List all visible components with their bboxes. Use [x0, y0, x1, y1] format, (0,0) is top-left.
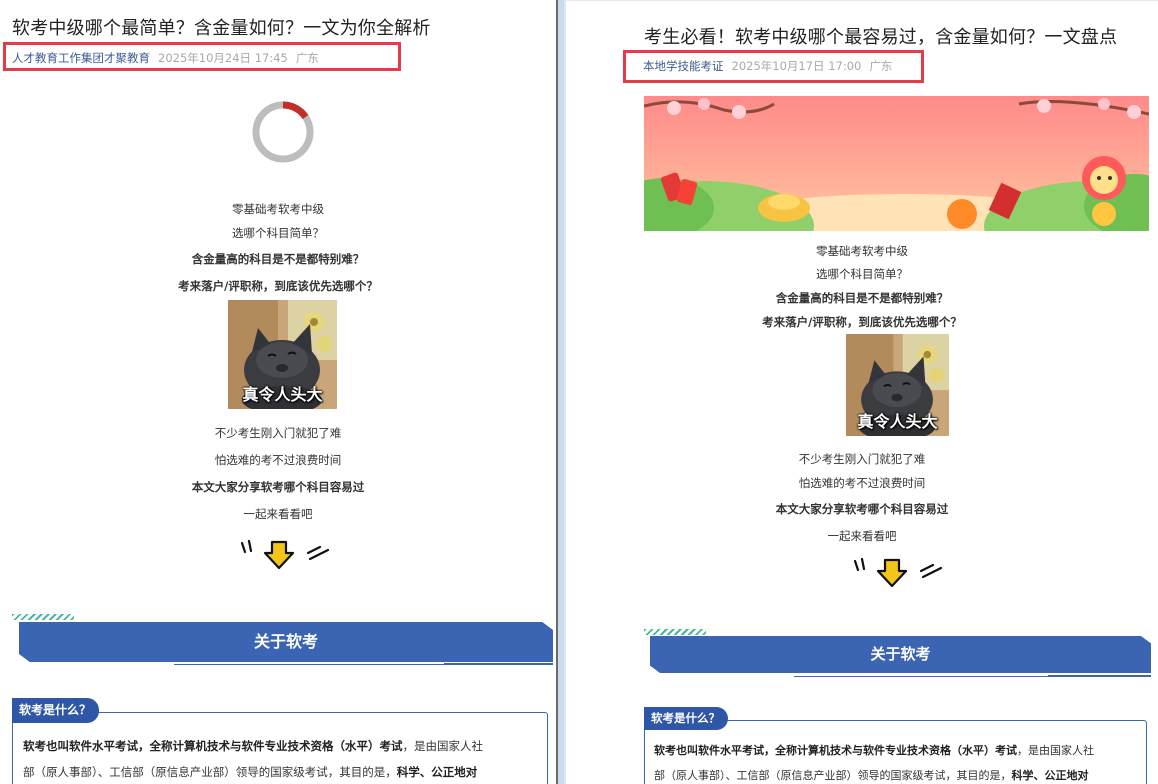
decorative-stripe — [12, 614, 74, 620]
article-title: 考生必看！软考中级哪个最容易过，含金量如何？一文盘点 — [644, 27, 1118, 48]
para-bold: 科学、公正地对 — [1011, 769, 1089, 782]
outro-line: 不少考生刚入门就犯了难 — [214, 426, 342, 440]
section-title: 关于软考 — [19, 622, 553, 662]
publish-location: 广东 — [869, 59, 893, 73]
source-link[interactable]: 人才教育工作集团才聚教育 — [12, 51, 150, 65]
intro-line: 含金量高的科目是不是都特别难？ — [775, 291, 949, 305]
intro-paragraph: 软考也叫软件水平考试，全称计算机技术与软件专业技术资格（水平）考试，是由国家人社… — [654, 738, 1144, 784]
question-tag: 软考是什么？ — [644, 707, 728, 730]
outro-line: 本文大家分享软考哪个科目容易过 — [191, 480, 365, 494]
intro-line: 零基础考软考中级 — [232, 202, 324, 216]
outro-line: 本文大家分享软考哪个科目容易过 — [775, 502, 949, 516]
article-meta: 人才教育工作集团才聚教育 2025年10月24日 17:45 广东 — [12, 50, 319, 66]
loading-spinner-icon — [252, 101, 314, 163]
outro-line: 不少考生刚入门就犯了难 — [798, 452, 926, 466]
publish-location: 广东 — [295, 51, 319, 65]
intro-line: 考来落户/评职称，到底该优先选哪个？ — [178, 279, 378, 293]
divider — [174, 664, 444, 665]
para-text: 部（原人事部）、工信部（原信息产业部）领导的国家级考试，其目的是， — [654, 769, 1012, 782]
publish-datetime: 2025年10月24日 17:45 — [158, 51, 288, 65]
section-header: 关于软考 — [12, 614, 554, 666]
meme-caption: 真令人头大 — [857, 412, 938, 431]
divider — [794, 676, 1048, 677]
para-text: ，是由国家人社 — [1017, 744, 1094, 757]
para-bold: 软考也叫软件水平考试，全称计算机技术与软件专业技术资格（水平）考试 — [654, 744, 1017, 757]
para-bold: 科学、公正地对 — [396, 765, 478, 779]
pane-divider[interactable] — [556, 0, 566, 784]
outro-line: 一起来看看吧 — [827, 529, 897, 543]
para-bold: 软考也叫软件水平考试，全称计算机技术与软件专业技术资格（水平）考试 — [23, 739, 403, 753]
source-link[interactable]: 本地学技能考证 — [643, 59, 724, 73]
intro-line: 零基础考软考中级 — [816, 244, 908, 258]
left-article-pane[interactable]: 软考中级哪个最简单？含金量如何？一文为你全解析 人才教育工作集团才聚教育 2025… — [0, 0, 556, 784]
down-arrow-icon — [853, 557, 943, 588]
intro-line: 考来落户/评职称，到底该优先选哪个？ — [762, 315, 962, 329]
para-text: 部（原人事部）、工信部（原信息产业部）领导的国家级考试，其目的是， — [23, 765, 397, 779]
outro-line: 怕选难的考不过浪费时间 — [214, 453, 342, 467]
divider — [444, 663, 553, 665]
right-article-pane[interactable]: 考生必看！软考中级哪个最容易过，含金量如何？一文盘点 本地学技能考证 2025年1… — [566, 0, 1158, 784]
divider — [1048, 675, 1151, 677]
down-arrow-icon — [240, 539, 330, 570]
section-title: 关于软考 — [650, 636, 1151, 673]
meme-caption: 真令人头大 — [242, 385, 323, 404]
intro-paragraph: 软考也叫软件水平考试，全称计算机技术与软件专业技术资格（水平）考试，是由国家人社… — [23, 733, 543, 784]
cat-meme-image: 真令人头大 — [846, 334, 949, 436]
banner-illustration — [644, 96, 1149, 231]
question-tag: 软考是什么？ — [12, 698, 100, 723]
cat-meme-image: 真令人头大 — [228, 300, 337, 409]
intro-line: 选哪个科目简单？ — [816, 267, 908, 281]
article-title: 软考中级哪个最简单？含金量如何？一文为你全解析 — [12, 18, 431, 39]
publish-datetime: 2025年10月17日 17:00 — [731, 59, 862, 73]
section-header: 关于软考 — [644, 629, 1151, 679]
para-text: ，是由国家人社 — [402, 739, 484, 753]
article-meta: 本地学技能考证 2025年10月17日 17:00 广东 — [643, 58, 892, 74]
intro-line: 含金量高的科目是不是都特别难？ — [191, 252, 365, 266]
outro-line: 怕选难的考不过浪费时间 — [798, 476, 926, 490]
intro-line: 选哪个科目简单？ — [232, 226, 324, 240]
decorative-stripe — [644, 629, 706, 635]
outro-line: 一起来看看吧 — [243, 507, 313, 521]
